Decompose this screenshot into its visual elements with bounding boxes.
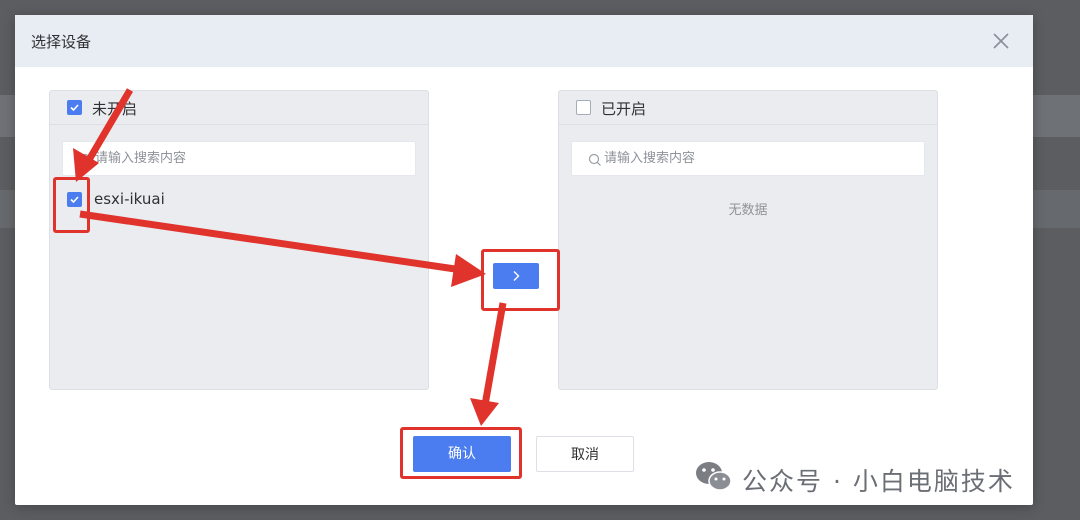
unopened-panel-label: 未开启 xyxy=(92,100,138,118)
search-icon xyxy=(79,152,93,166)
device-label: esxi-ikuai xyxy=(94,190,165,208)
list-item[interactable]: esxi-ikuai xyxy=(50,187,428,213)
opened-panel-header: 已开启 xyxy=(559,91,937,125)
search-icon xyxy=(588,152,602,166)
watermark-text: 公众号 · 小白电脑技术 xyxy=(742,467,1015,496)
select-all-unopened-checkbox[interactable] xyxy=(67,100,82,115)
dialog-header: 选择设备 xyxy=(15,15,1033,67)
dialog-title: 选择设备 xyxy=(31,33,92,51)
unopened-search-input[interactable] xyxy=(95,142,405,175)
close-icon[interactable] xyxy=(989,29,1013,53)
opened-search-box[interactable] xyxy=(571,141,925,176)
watermark: 公众号 · 小白电脑技术 xyxy=(694,458,1054,498)
wechat-icon xyxy=(694,460,734,494)
opened-search-input[interactable] xyxy=(604,142,914,175)
unopened-panel: 未开启 esxi-ikuai xyxy=(49,90,429,390)
unopened-search-box[interactable] xyxy=(62,141,416,176)
select-all-opened-checkbox[interactable] xyxy=(576,100,591,115)
annotation-box-checkbox xyxy=(53,177,90,233)
opened-panel: 已开启 无数据 xyxy=(558,90,938,390)
cancel-button[interactable]: 取消 xyxy=(536,436,634,472)
annotation-box-transfer xyxy=(481,249,560,311)
annotation-box-confirm xyxy=(400,427,522,479)
empty-text: 无数据 xyxy=(728,203,768,218)
unopened-panel-header: 未开启 xyxy=(50,91,428,125)
opened-panel-label: 已开启 xyxy=(601,100,647,118)
